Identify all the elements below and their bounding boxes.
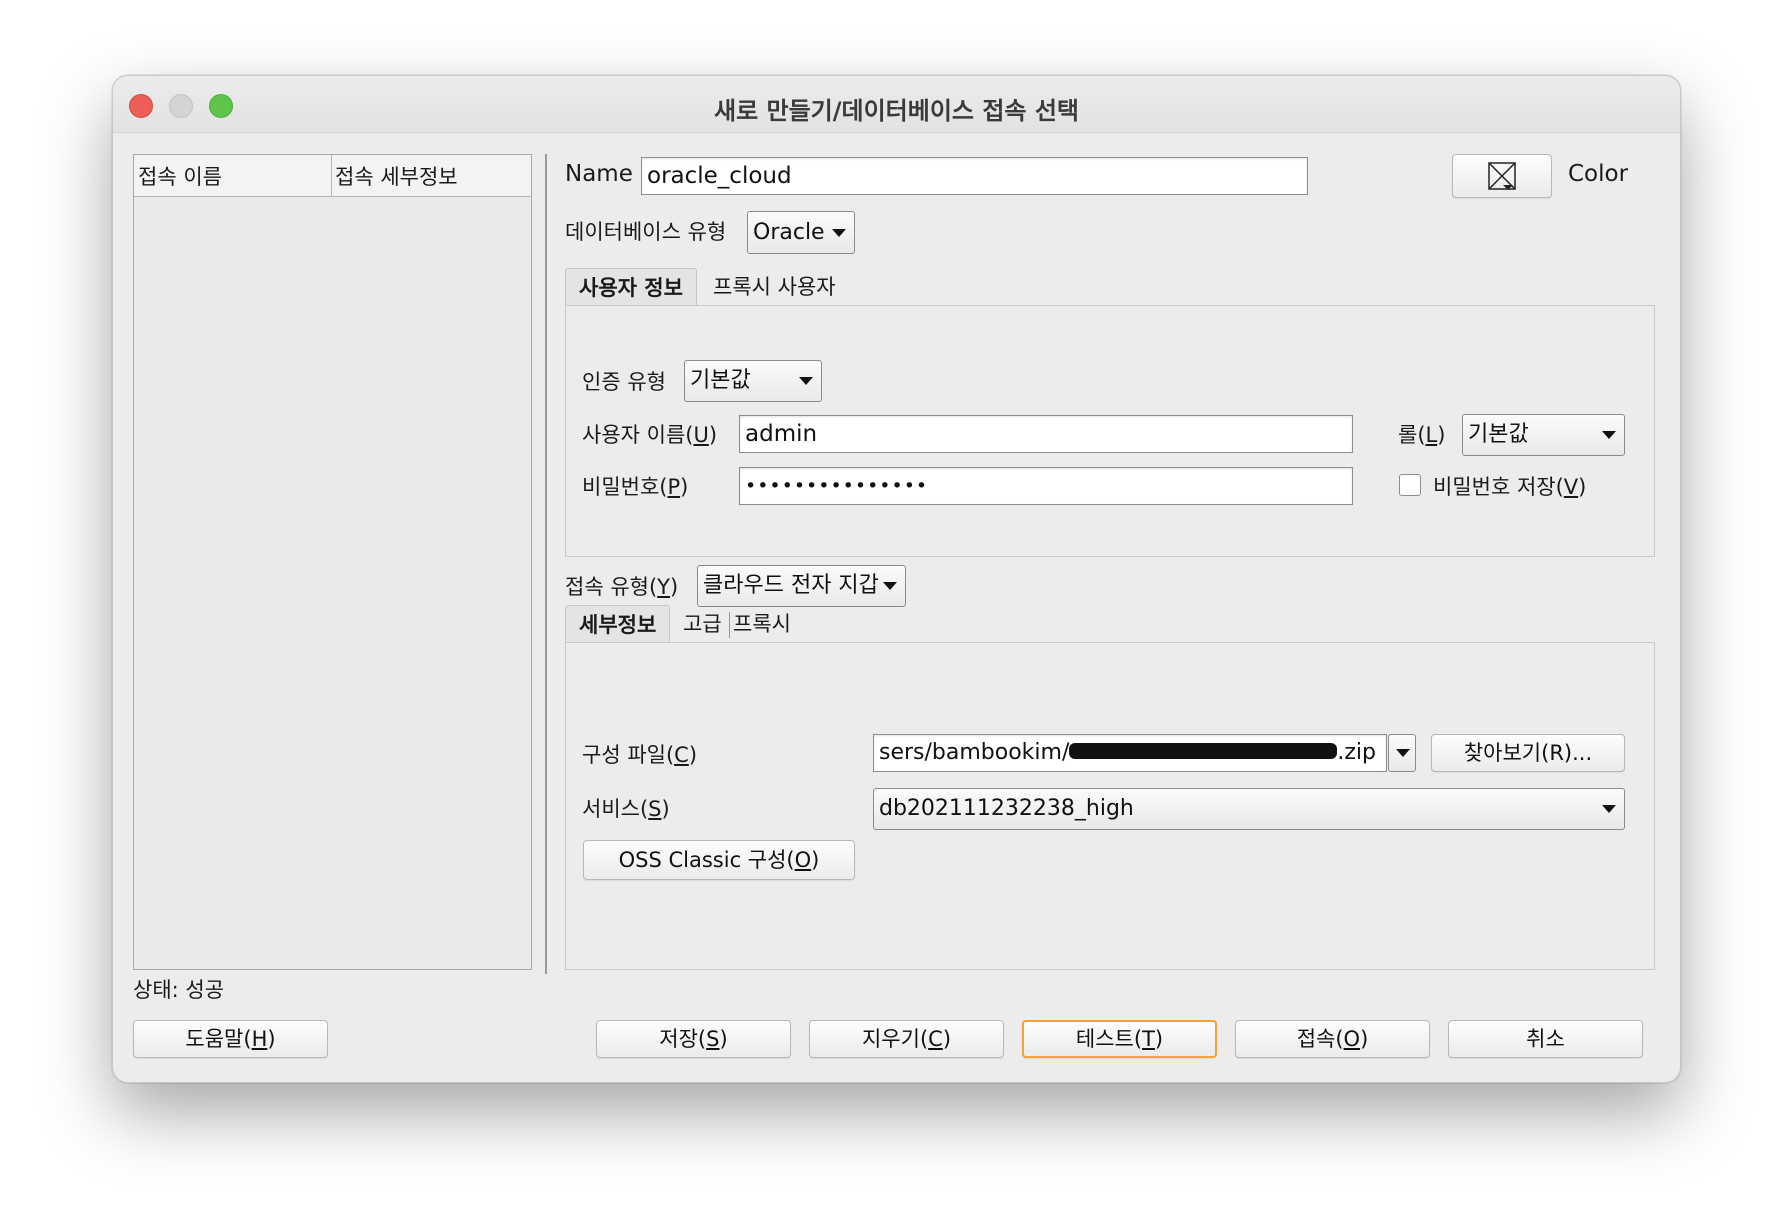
db-type-select[interactable]: Oracle xyxy=(747,211,855,254)
column-divider xyxy=(331,155,332,196)
chevron-down-icon xyxy=(883,582,897,590)
chevron-down-icon xyxy=(1602,431,1616,439)
auth-type-label: 인증 유형 xyxy=(582,370,666,394)
tab-advanced[interactable]: 고급 xyxy=(683,605,722,643)
dialog-window: 새로 만들기/데이터베이스 접속 선택 접속 이름 접속 세부정보 상태: 성공… xyxy=(112,75,1681,1083)
split-divider[interactable] xyxy=(545,154,547,974)
chevron-down-icon xyxy=(799,377,813,385)
browse-button[interactable]: 찾아보기(R)... xyxy=(1431,734,1625,772)
config-file-suffix: .zip xyxy=(1337,740,1376,765)
save-password-checkbox[interactable] xyxy=(1399,474,1421,496)
service-select[interactable]: db202111232238_high xyxy=(873,788,1625,830)
role-select[interactable]: 기본값 xyxy=(1462,414,1625,456)
help-button[interactable]: 도움말(H) xyxy=(133,1020,328,1058)
color-label: Color xyxy=(1568,161,1629,187)
cancel-button[interactable]: 취소 xyxy=(1448,1020,1643,1058)
no-color-icon xyxy=(1488,162,1516,190)
chevron-down-icon xyxy=(832,228,846,237)
connection-list-header: 접속 이름 접속 세부정보 xyxy=(134,155,531,197)
role-label: 롤(L) xyxy=(1398,423,1446,447)
username-label: 사용자 이름(U) xyxy=(582,423,718,447)
config-file-path: sers/bambookim/ xyxy=(879,740,1070,765)
password-input[interactable]: ••••••••••••••• xyxy=(739,467,1353,505)
role-value: 기본값 xyxy=(1468,422,1529,447)
clear-button[interactable]: 지우기(C) xyxy=(809,1020,1004,1058)
column-connection-details[interactable]: 접속 세부정보 xyxy=(335,161,458,191)
oss-classic-config-button[interactable]: OSS Classic 구성(O) xyxy=(583,840,855,880)
tab-user-info[interactable]: 사용자 정보 xyxy=(565,268,697,306)
chevron-down-icon xyxy=(1396,749,1410,757)
test-button[interactable]: 테스트(T) xyxy=(1022,1020,1217,1058)
db-type-label: 데이터베이스 유형 xyxy=(565,220,727,244)
auth-type-select[interactable]: 기본값 xyxy=(684,360,822,402)
connect-button[interactable]: 접속(O) xyxy=(1235,1020,1430,1058)
tab-divider xyxy=(729,612,730,638)
db-type-value: Oracle xyxy=(753,220,825,245)
tab-proxy[interactable]: 프록시 xyxy=(733,605,791,643)
auth-type-value: 기본값 xyxy=(690,368,751,393)
tab-details[interactable]: 세부정보 xyxy=(565,605,671,643)
conn-type-select[interactable]: 클라우드 전자 지갑 xyxy=(697,565,906,607)
service-label: 서비스(S) xyxy=(582,797,670,821)
status-text: 상태: 성공 xyxy=(133,978,225,1002)
config-file-input[interactable]: sers/bambookim/ .zip xyxy=(873,734,1387,772)
password-label: 비밀번호(P) xyxy=(582,475,689,499)
color-picker-button[interactable] xyxy=(1452,154,1552,198)
connection-list[interactable]: 접속 이름 접속 세부정보 xyxy=(133,154,532,970)
window-title: 새로 만들기/데이터베이스 접속 선택 xyxy=(713,97,1080,125)
title-bar: 새로 만들기/데이터베이스 접속 선택 xyxy=(113,76,1680,133)
conn-type-label: 접속 유형(Y) xyxy=(565,575,679,599)
name-label: Name xyxy=(565,161,633,187)
save-button[interactable]: 저장(S) xyxy=(596,1020,791,1058)
chevron-down-icon xyxy=(1602,805,1616,813)
column-connection-name[interactable]: 접속 이름 xyxy=(138,161,328,191)
name-input[interactable]: oracle_cloud xyxy=(641,157,1308,195)
save-password-label: 비밀번호 저장(V) xyxy=(1433,475,1587,499)
service-value: db202111232238_high xyxy=(879,796,1134,821)
username-input[interactable]: admin xyxy=(739,415,1353,453)
config-file-dropdown[interactable] xyxy=(1388,734,1416,772)
config-file-label: 구성 파일(C) xyxy=(582,743,698,767)
conn-type-value: 클라우드 전자 지갑 xyxy=(703,573,879,598)
tab-proxy-user[interactable]: 프록시 사용자 xyxy=(713,268,836,306)
redacted-block xyxy=(1069,743,1338,759)
